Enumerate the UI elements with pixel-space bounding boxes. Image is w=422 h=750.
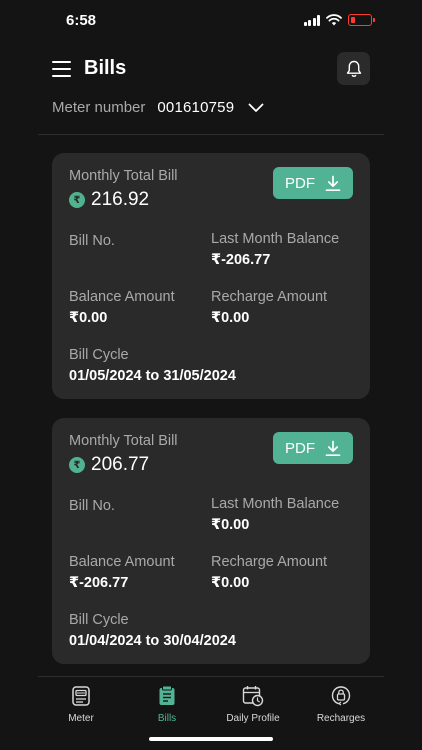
nav-label-recharges: Recharges	[316, 713, 366, 724]
nav-item-recharges[interactable]: Recharges	[298, 677, 384, 727]
signal-icon	[303, 14, 320, 26]
last-month-balance-label: Last Month Balance	[211, 231, 340, 247]
monthly-total-label: Monthly Total Bill	[69, 433, 178, 449]
monthly-total-amount: 216.92	[91, 189, 150, 210]
download-icon	[325, 440, 341, 456]
bell-icon	[346, 60, 361, 77]
bill-cycle-value: 01/05/2024 to 31/05/2024	[69, 368, 236, 384]
recharge-amount-label: Recharge Amount	[211, 289, 328, 305]
recharge-amount-value: ₹0.00	[211, 575, 250, 591]
last-month-balance-label: Last Month Balance	[211, 496, 340, 512]
nav-item-bills[interactable]: Bills	[124, 677, 210, 727]
last-month-balance-value: ₹0.00	[211, 517, 250, 533]
meter-selector[interactable]: Meter number 001610759	[52, 99, 264, 116]
bill-card: Monthly Total Bill ₹ 216.92 PDF Bill No.…	[52, 153, 370, 399]
balance-amount-value: ₹0.00	[69, 310, 108, 326]
nav-item-daily-profile[interactable]: Daily Profile	[210, 677, 296, 727]
download-icon	[325, 175, 341, 191]
meter-label: Meter number	[52, 99, 146, 116]
bill-cycle-value: 01/04/2024 to 30/04/2024	[69, 633, 236, 649]
page-title: Bills	[84, 57, 127, 79]
status-bar: 6:58	[0, 0, 422, 44]
bill-no-label: Bill No.	[69, 498, 115, 514]
notifications-button[interactable]	[337, 52, 370, 85]
recharge-amount-label: Recharge Amount	[211, 554, 328, 570]
rupee-icon: ₹	[69, 192, 85, 208]
calendar-clock-icon	[242, 686, 264, 707]
balance-amount-label: Balance Amount	[69, 289, 175, 305]
pdf-download-button[interactable]: PDF	[273, 167, 353, 199]
meter-icon	[72, 686, 90, 706]
bill-cycle-label: Bill Cycle	[69, 347, 129, 363]
app-header: Bills	[0, 52, 422, 86]
home-indicator[interactable]	[149, 737, 273, 741]
bills-icon	[159, 685, 175, 705]
rupee-icon: ₹	[69, 457, 85, 473]
balance-amount-value: ₹-206.77	[69, 575, 129, 591]
status-time: 6:58	[66, 12, 97, 29]
monthly-total: ₹ 206.77	[69, 454, 149, 476]
meter-value: 001610759	[157, 99, 235, 116]
nav-label-bills: Bills	[157, 713, 177, 724]
monthly-total-amount: 206.77	[91, 454, 150, 475]
recharge-amount-value: ₹0.00	[211, 310, 250, 326]
header-divider	[38, 134, 384, 135]
monthly-total: ₹ 216.92	[69, 189, 149, 211]
nav-label-daily-profile: Daily Profile	[226, 713, 280, 724]
menu-icon[interactable]	[52, 61, 71, 77]
nav-label-meter: Meter	[68, 713, 94, 724]
status-icons	[303, 14, 375, 26]
wifi-icon	[326, 14, 342, 26]
bill-no-label: Bill No.	[69, 233, 115, 249]
chevron-down-icon[interactable]	[248, 103, 264, 113]
battery-icon	[348, 14, 375, 26]
bill-cycle-label: Bill Cycle	[69, 612, 129, 628]
pdf-button-label: PDF	[285, 174, 315, 192]
pdf-button-label: PDF	[285, 439, 315, 457]
monthly-total-label: Monthly Total Bill	[69, 168, 178, 184]
bill-card: Monthly Total Bill ₹ 206.77 PDF Bill No.…	[52, 418, 370, 664]
last-month-balance-value: ₹-206.77	[211, 252, 271, 268]
nav-item-meter[interactable]: Meter	[38, 677, 124, 727]
recharge-icon	[331, 686, 351, 706]
balance-amount-label: Balance Amount	[69, 554, 175, 570]
pdf-download-button[interactable]: PDF	[273, 432, 353, 464]
